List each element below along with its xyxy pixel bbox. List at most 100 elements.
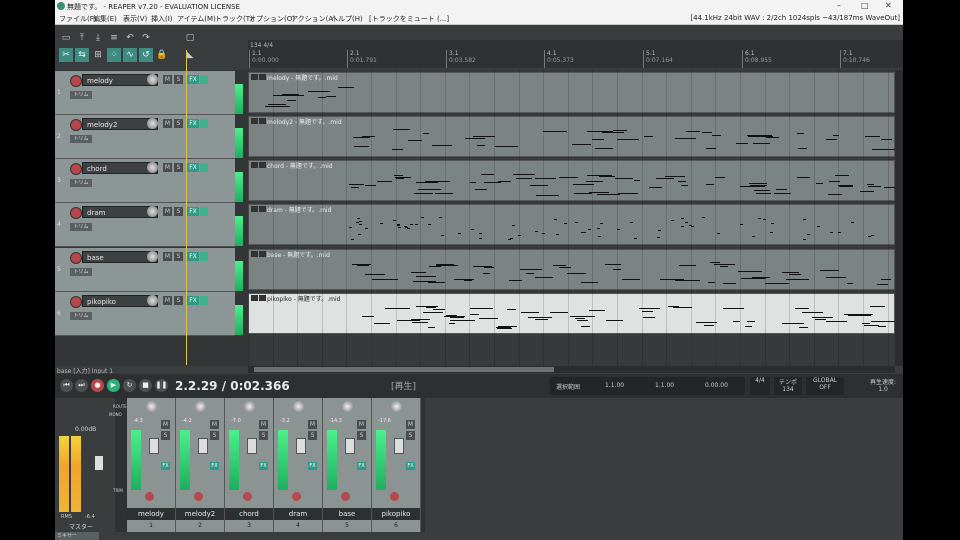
solo-button[interactable]: S	[357, 431, 366, 440]
record-arm-button[interactable]	[70, 75, 82, 87]
track-header[interactable]: 1 melody M S FX トリム	[55, 71, 243, 115]
arrange-view[interactable]: melody - 無題です。.mid melody2 - 無題です。.mid c…	[248, 70, 903, 366]
envelope-icon[interactable]: ∿	[123, 48, 137, 62]
midi-item[interactable]: pikopiko - 無題です。.mid	[248, 293, 896, 334]
track-lane[interactable]: chord - 無題です。.mid	[248, 158, 903, 201]
mute-button[interactable]: M	[163, 75, 172, 84]
undo-icon[interactable]: ↶	[123, 31, 137, 45]
settings-icon[interactable]: ≡	[107, 31, 121, 45]
fx-bypass-icon[interactable]	[200, 207, 208, 216]
mute-button[interactable]: M	[161, 420, 170, 429]
tempo-display[interactable]: テンポ 134	[774, 377, 802, 395]
time-sig-display[interactable]: 4/4	[750, 377, 770, 395]
mute-button[interactable]: M	[210, 420, 219, 429]
strip-fader[interactable]	[198, 438, 208, 454]
trim-button[interactable]: トリム	[70, 268, 92, 276]
fx-button[interactable]: FX	[210, 462, 219, 470]
pause-icon[interactable]: ❚❚	[155, 379, 168, 392]
mixer-strip[interactable]: -4.2 M S FX melody2 2	[176, 398, 225, 532]
mute-button[interactable]: M	[406, 420, 415, 429]
fx-bypass-icon[interactable]	[200, 252, 208, 261]
midi-item[interactable]: base - 無題です。.mid	[248, 249, 895, 290]
menu-mute-action[interactable]: [トラックをミュート (...]	[369, 14, 449, 24]
track-header[interactable]: 6 pikopiko M S FX トリム	[55, 292, 243, 336]
solo-button[interactable]: S	[308, 431, 317, 440]
solo-button[interactable]: S	[174, 119, 183, 128]
mute-button[interactable]: M	[163, 252, 172, 261]
solo-button[interactable]: S	[174, 163, 183, 172]
mixer-strip[interactable]: -4.3 M S FX melody 1	[127, 398, 176, 532]
fx-button[interactable]: FX	[259, 462, 268, 470]
mute-button[interactable]: M	[259, 420, 268, 429]
record-arm-button[interactable]	[70, 207, 82, 219]
mixer-strip[interactable]: -14.3 M S FX base 5	[323, 398, 372, 532]
record-arm-button[interactable]	[70, 296, 82, 308]
maximize-icon[interactable]: □	[861, 1, 869, 10]
fx-button[interactable]: FX	[187, 252, 199, 261]
record-arm-button[interactable]	[70, 163, 82, 175]
master-fader[interactable]	[95, 456, 103, 470]
fx-button[interactable]: FX	[187, 207, 199, 216]
timeline-ruler[interactable]: 134 4/4 1.1 0:00.000 2.1 0:01.791 3.1 0:03.…	[248, 40, 903, 68]
menu-item[interactable]: アイテム(M)	[177, 14, 216, 24]
play-icon[interactable]: ▶	[107, 379, 120, 392]
record-arm-button[interactable]	[292, 492, 301, 501]
fx-bypass-icon[interactable]	[200, 163, 208, 172]
mute-button[interactable]: M	[308, 420, 317, 429]
trim-button[interactable]: トリム	[70, 179, 92, 187]
pan-knob[interactable]	[146, 401, 157, 412]
record-arm-button[interactable]	[70, 119, 82, 131]
fx-button[interactable]: FX	[406, 462, 415, 470]
strip-fader[interactable]	[394, 438, 404, 454]
strip-fader[interactable]	[247, 438, 257, 454]
vertical-scrollbar[interactable]	[895, 70, 903, 366]
lock-icon[interactable]: 🔒	[155, 48, 169, 62]
trim-label[interactable]: TRIM	[113, 488, 123, 493]
minimize-icon[interactable]: –	[837, 1, 841, 10]
close-icon[interactable]: ✕	[885, 1, 892, 10]
fx-button[interactable]: FX	[357, 462, 366, 470]
record-arm-button[interactable]	[243, 492, 252, 501]
metronome-icon[interactable]: ▢	[183, 31, 197, 45]
new-project-icon[interactable]: ▭	[59, 31, 73, 45]
fx-button[interactable]: FX	[161, 462, 170, 470]
fx-bypass-icon[interactable]	[200, 119, 208, 128]
track-header[interactable]: 2 melody2 M S FX トリム	[55, 115, 243, 159]
mute-button[interactable]: M	[163, 296, 172, 305]
strip-fader[interactable]	[149, 438, 159, 454]
mute-button[interactable]: M	[357, 420, 366, 429]
play-cursor[interactable]	[186, 50, 187, 365]
menu-help[interactable]: ヘルプ(H)	[331, 14, 363, 24]
pan-knob[interactable]	[293, 401, 304, 412]
midi-item[interactable]: chord - 無題です。.mid	[248, 160, 903, 201]
fx-button[interactable]: FX	[187, 296, 199, 305]
midi-item[interactable]: melody2 - 無題です。.mid	[248, 116, 896, 157]
pan-knob[interactable]	[391, 401, 402, 412]
pan-knob[interactable]	[195, 401, 206, 412]
global-automation-button[interactable]: GLOBAL OFF	[806, 377, 844, 395]
record-arm-button[interactable]	[341, 492, 350, 501]
menu-edit[interactable]: 編集(E)	[93, 14, 117, 24]
track-header[interactable]: 5 base M S FX トリム	[55, 248, 243, 292]
loop-icon[interactable]: ↺	[139, 48, 153, 62]
volume-knob[interactable]	[147, 206, 158, 217]
strip-fader[interactable]	[296, 438, 306, 454]
menu-actions[interactable]: アクション(A)	[291, 14, 336, 24]
midi-item[interactable]: dram - 無題です。.mid	[248, 204, 895, 245]
track-lane[interactable]: base - 無題です。.mid	[248, 247, 895, 290]
track-lane[interactable]: melody2 - 無題です。.mid	[248, 114, 896, 157]
solo-button[interactable]: S	[259, 431, 268, 440]
item-grouping-icon[interactable]: ⊞	[91, 48, 105, 62]
solo-button[interactable]: S	[406, 431, 415, 440]
fx-button[interactable]: FX	[187, 163, 199, 172]
volume-knob[interactable]	[147, 251, 158, 262]
mixer-strip[interactable]: -3.2 M S FX dram 4	[274, 398, 323, 532]
record-icon[interactable]: ●	[91, 379, 104, 392]
grid-toggle-icon[interactable]: ✂	[59, 48, 73, 62]
volume-knob[interactable]	[147, 118, 158, 129]
midi-item[interactable]: melody - 無題です。.mid	[248, 72, 895, 113]
record-arm-button[interactable]	[145, 492, 154, 501]
trim-button[interactable]: トリム	[70, 312, 92, 320]
fx-button[interactable]: FX	[187, 119, 199, 128]
mixer-strip[interactable]: -17.6 M S FX pikopiko 6	[372, 398, 421, 532]
